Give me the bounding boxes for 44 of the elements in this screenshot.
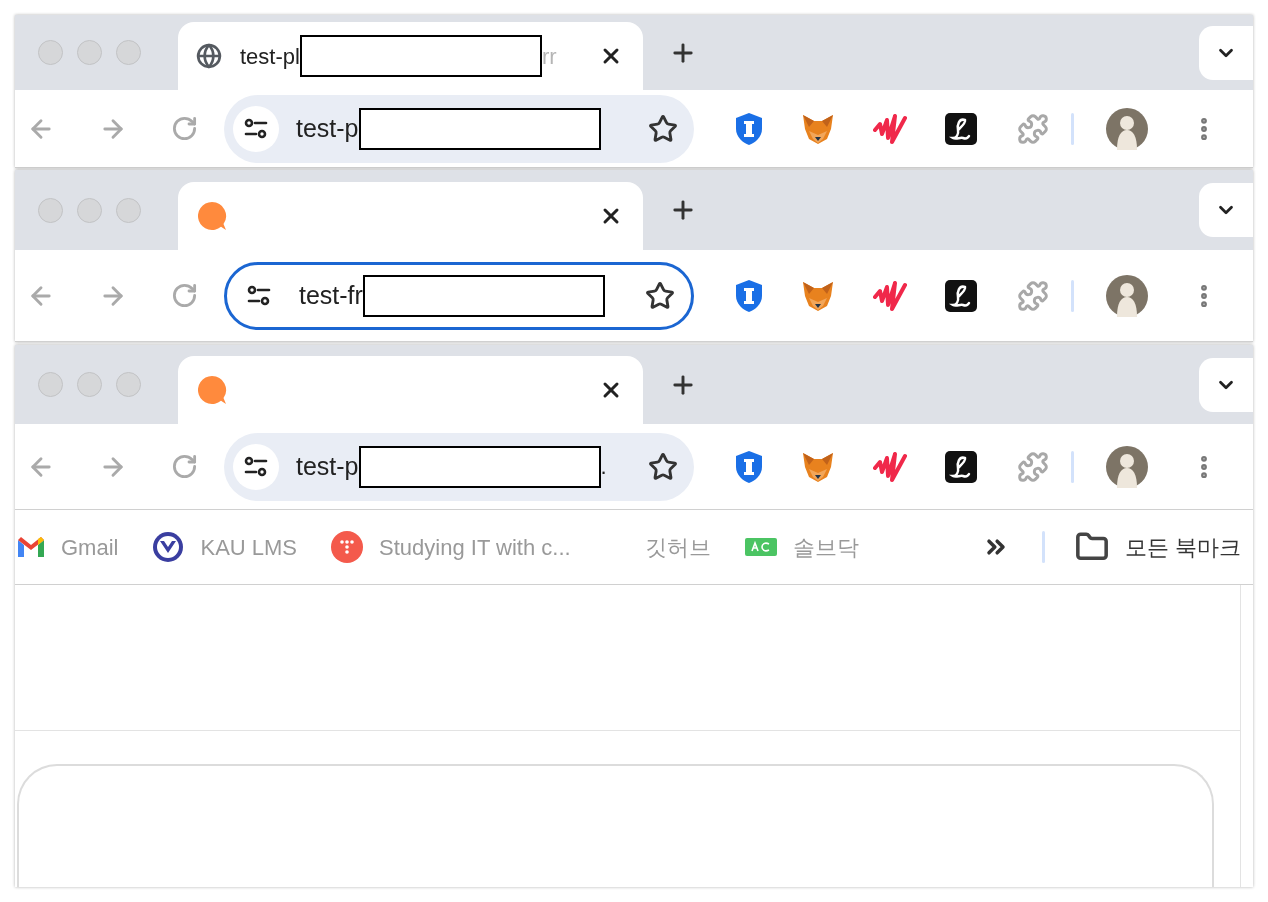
site-settings-icon[interactable] xyxy=(233,443,279,490)
url-text-end: . xyxy=(600,453,607,481)
tab-title-fade: rr xyxy=(541,42,557,71)
url-text: test-fr xyxy=(299,279,363,311)
address-bar[interactable]: test-p xyxy=(224,94,694,163)
address-bar[interactable]: test-fr xyxy=(224,261,694,330)
globe-icon xyxy=(196,43,222,69)
script-l-icon[interactable] xyxy=(945,112,977,145)
speech-bubble-icon xyxy=(196,200,228,232)
bookmark-star-icon[interactable] xyxy=(648,451,678,482)
extensions-icon[interactable] xyxy=(1017,112,1049,145)
wave-icon[interactable] xyxy=(873,449,907,484)
reload-icon[interactable] xyxy=(171,282,198,309)
reload-icon[interactable] xyxy=(171,115,198,142)
shield-icon[interactable] xyxy=(734,278,764,313)
script-l-icon[interactable] xyxy=(945,450,977,483)
dotted-t-icon xyxy=(331,531,364,563)
reload-icon[interactable] xyxy=(171,453,198,480)
address-bar[interactable]: test-p . xyxy=(224,432,694,501)
fox-icon[interactable] xyxy=(801,112,835,145)
fox-icon[interactable] xyxy=(801,279,835,312)
site-settings-icon[interactable] xyxy=(233,105,279,152)
url-text: test-p xyxy=(296,450,359,482)
extensions-icon[interactable] xyxy=(1017,279,1049,312)
wave-icon[interactable] xyxy=(873,278,907,313)
shield-icon[interactable] xyxy=(734,449,764,484)
tab-title: test-pl xyxy=(240,42,300,71)
seal-icon xyxy=(152,531,185,563)
url-text: test-p xyxy=(296,112,359,144)
speech-bubble-icon xyxy=(196,374,228,406)
fox-icon[interactable] xyxy=(801,450,835,483)
browser-tab[interactable]: test-pl rr xyxy=(178,22,643,90)
extensions-icon[interactable] xyxy=(1017,450,1049,483)
avatar-icon[interactable] xyxy=(1106,107,1148,150)
shield-icon[interactable] xyxy=(734,111,764,146)
ac-badge-icon xyxy=(744,538,777,556)
avatar-icon[interactable] xyxy=(1106,274,1148,317)
bookmark-star-icon[interactable] xyxy=(645,280,675,311)
bookmark-star-icon[interactable] xyxy=(648,113,678,144)
all-bookmarks-button[interactable]: 모든 북마크 xyxy=(1074,530,1241,564)
envelope-m-icon xyxy=(17,536,45,558)
avatar-icon[interactable] xyxy=(1106,445,1148,488)
script-l-icon[interactable] xyxy=(945,279,977,312)
wave-icon[interactable] xyxy=(873,111,907,146)
